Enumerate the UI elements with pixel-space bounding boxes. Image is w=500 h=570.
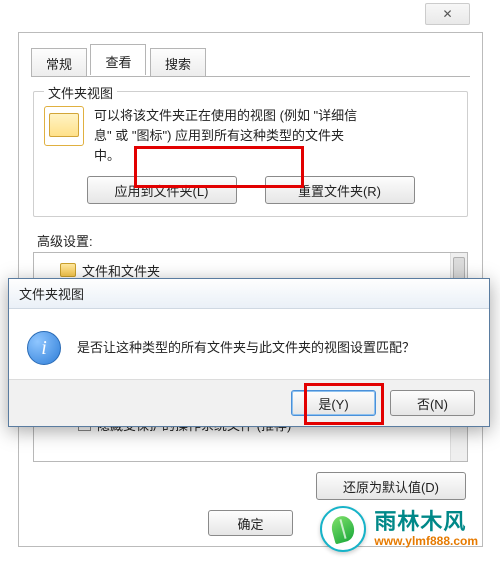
window-close-button[interactable]: ✕ — [425, 3, 470, 25]
folder-icon — [60, 263, 76, 277]
restore-defaults-button[interactable]: 还原为默认值(D) — [316, 472, 466, 500]
reset-folders-button[interactable]: 重置文件夹(R) — [265, 176, 415, 204]
apply-to-folders-button[interactable]: 应用到文件夹(L) — [87, 176, 237, 204]
tab-view[interactable]: 查看 — [90, 44, 146, 75]
logo-badge-icon — [320, 506, 366, 552]
tab-general[interactable]: 常规 — [31, 48, 87, 77]
tab-bar: 常规 查看 搜索 — [31, 45, 470, 77]
watermark-logo: 雨林木风 www.ylmf888.com — [320, 506, 478, 552]
dialog-title: 文件夹视图 — [9, 279, 489, 309]
dialog-message: 是否让这种类型的所有文件夹与此文件夹的视图设置匹配？ — [77, 337, 415, 356]
folder-view-group-title: 文件夹视图 — [44, 83, 117, 102]
ok-button[interactable]: 确定 — [208, 510, 293, 536]
logo-text-cn: 雨林木风 — [374, 510, 478, 534]
advanced-settings-label: 高级设置: — [37, 231, 482, 250]
tab-search[interactable]: 搜索 — [150, 48, 206, 77]
folder-view-description: 可以将该文件夹正在使用的视图 (例如 "详细信 息" 或 "图标") 应用到所有… — [94, 106, 357, 166]
folder-options-icon — [44, 106, 84, 146]
dialog-yes-button[interactable]: 是(Y) — [291, 390, 376, 416]
close-icon: ✕ — [442, 7, 452, 21]
dialog-no-button[interactable]: 否(N) — [390, 390, 475, 416]
folder-view-group: 文件夹视图 可以将该文件夹正在使用的视图 (例如 "详细信 息" 或 "图标")… — [33, 91, 468, 217]
confirm-dialog: 文件夹视图 i 是否让这种类型的所有文件夹与此文件夹的视图设置匹配？ 是(Y) … — [8, 278, 490, 427]
info-icon: i — [27, 331, 61, 365]
logo-text-url: www.ylmf888.com — [374, 535, 478, 548]
